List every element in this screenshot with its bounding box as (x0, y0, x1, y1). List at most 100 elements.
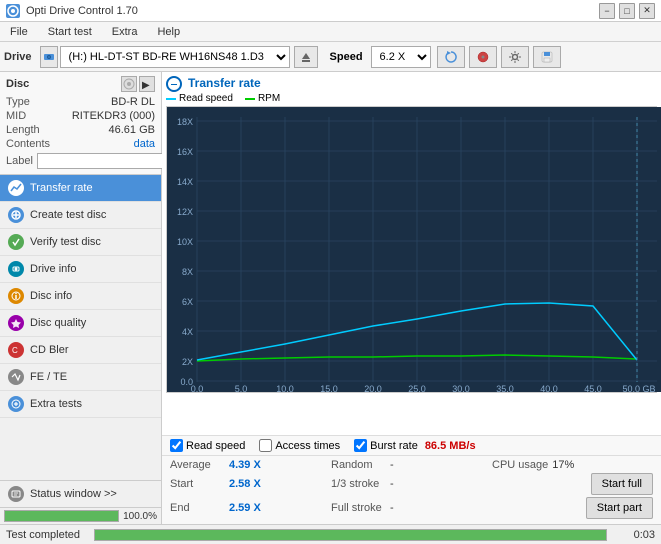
length-val: 46.61 GB (109, 124, 155, 136)
nav-cd-bler[interactable]: C CD Bler (0, 337, 161, 364)
status-window-icon (8, 486, 24, 502)
drive-icon (40, 46, 58, 68)
disc-quality-icon (8, 315, 24, 331)
svg-text:35.0: 35.0 (496, 384, 514, 392)
menu-bar: File Start test Extra Help (0, 22, 661, 42)
mid-val: RITEKDR3 (000) (72, 110, 155, 122)
average-label: Average (170, 459, 225, 471)
fe-te-icon (8, 369, 24, 385)
nav-disc-info[interactable]: Disc info (0, 283, 161, 310)
verify-test-disc-icon (8, 234, 24, 250)
menu-file[interactable]: File (4, 25, 34, 39)
bottom-progress-bar (94, 529, 607, 541)
svg-text:15.0: 15.0 (320, 384, 338, 392)
burst-rate-value: 86.5 MB/s (425, 440, 476, 452)
drive-info-icon (8, 261, 24, 277)
disc-button[interactable] (469, 46, 497, 68)
full-stroke-val: - (390, 502, 394, 514)
drive-label: Drive (4, 51, 32, 63)
title-bar: Opti Drive Control 1.70 − □ ✕ (0, 0, 661, 22)
settings-button[interactable] (501, 46, 529, 68)
svg-text:50.0 GB: 50.0 GB (622, 384, 655, 392)
nav-verify-test-disc[interactable]: Verify test disc (0, 229, 161, 256)
svg-text:C: C (12, 346, 18, 355)
rpm-legend-dot (245, 98, 255, 100)
nav-verify-test-disc-label: Verify test disc (30, 236, 101, 248)
nav-disc-info-label: Disc info (30, 290, 72, 302)
speed-select[interactable]: 6.2 X (371, 46, 431, 68)
nav-drive-info-label: Drive info (30, 263, 76, 275)
close-button[interactable]: ✕ (639, 3, 655, 19)
type-key: Type (6, 96, 30, 108)
sidebar-progress-fill (5, 511, 118, 521)
svg-text:25.0: 25.0 (408, 384, 426, 392)
svg-text:16X: 16X (177, 147, 193, 157)
sidebar-progress-area: 100.0% (0, 507, 161, 524)
start-val: 2.58 X (229, 478, 274, 490)
save-button[interactable] (533, 46, 561, 68)
burst-rate-checkbox[interactable] (354, 439, 367, 452)
svg-text:18X: 18X (177, 117, 193, 127)
start-full-button[interactable]: Start full (591, 473, 653, 495)
maximize-button[interactable]: □ (619, 3, 635, 19)
label-input[interactable] (37, 153, 171, 169)
svg-text:2X: 2X (182, 357, 193, 367)
cpu-usage-label: CPU usage (492, 459, 548, 471)
read-speed-checkbox[interactable] (170, 439, 183, 452)
menu-start-test[interactable]: Start test (42, 25, 98, 39)
bottom-time: 0:03 (615, 529, 655, 541)
nav-transfer-rate[interactable]: Transfer rate (0, 175, 161, 202)
chart-container: Transfer rate Read speed RPM (162, 72, 661, 435)
svg-text:30.0: 30.0 (452, 384, 470, 392)
svg-text:▶: ▶ (142, 80, 150, 91)
read-speed-legend-label: Read speed (179, 93, 233, 104)
nav-drive-info[interactable]: Drive info (0, 256, 161, 283)
eject-button[interactable] (294, 46, 318, 68)
read-speed-legend-dot (166, 98, 176, 100)
transfer-rate-icon (8, 180, 24, 196)
refresh-button[interactable] (437, 46, 465, 68)
contents-val: data (134, 138, 155, 150)
disc-info-icon (8, 288, 24, 304)
nav-create-test-disc-label: Create test disc (30, 209, 106, 221)
nav-fe-te[interactable]: FE / TE (0, 364, 161, 391)
nav-disc-quality[interactable]: Disc quality (0, 310, 161, 337)
disc-icon-btn2[interactable]: ▶ (139, 76, 155, 92)
status-text: Test completed (6, 529, 86, 541)
svg-text:6X: 6X (182, 297, 193, 307)
nav-create-test-disc[interactable]: Create test disc (0, 202, 161, 229)
access-times-checkbox[interactable] (259, 439, 272, 452)
nav-disc-quality-label: Disc quality (30, 317, 86, 329)
nav-list: Transfer rate Create test disc Verify te… (0, 175, 161, 418)
stroke13-label: 1/3 stroke (331, 478, 386, 490)
menu-help[interactable]: Help (151, 25, 186, 39)
menu-extra[interactable]: Extra (106, 25, 144, 39)
svg-text:4X: 4X (182, 327, 193, 337)
type-val: BD-R DL (111, 96, 155, 108)
chart-icon (166, 76, 182, 92)
read-speed-checkbox-label: Read speed (186, 440, 245, 452)
svg-text:8X: 8X (182, 267, 193, 277)
sidebar: Disc ▶ Type BD-R DL MID RITEKDR3 (000) (0, 72, 162, 524)
minimize-button[interactable]: − (599, 3, 615, 19)
start-part-button[interactable]: Start part (586, 497, 653, 519)
svg-text:0.0: 0.0 (191, 384, 204, 392)
disc-icon-btn1[interactable] (121, 76, 137, 92)
svg-text:45.0: 45.0 (584, 384, 602, 392)
chart-title: Transfer rate (188, 76, 261, 90)
bottom-bar: Test completed 0:03 (0, 524, 661, 544)
disc-panel: Disc ▶ Type BD-R DL MID RITEKDR3 (000) (0, 72, 161, 175)
nav-fe-te-label: FE / TE (30, 371, 67, 383)
drive-select[interactable]: (H:) HL-DT-ST BD-RE WH16NS48 1.D3 (60, 46, 290, 68)
status-window-item[interactable]: Status window >> (0, 481, 161, 507)
svg-text:10.0: 10.0 (276, 384, 294, 392)
random-label: Random (331, 459, 386, 471)
nav-extra-tests[interactable]: Extra tests (0, 391, 161, 418)
svg-text:40.0: 40.0 (540, 384, 558, 392)
end-label: End (170, 502, 225, 514)
svg-text:5.0: 5.0 (235, 384, 248, 392)
content-area: Transfer rate Read speed RPM (162, 72, 661, 524)
drive-toolbar: Drive (H:) HL-DT-ST BD-RE WH16NS48 1.D3 … (0, 42, 661, 72)
burst-rate-checkbox-label: Burst rate (370, 440, 418, 452)
stroke13-val: - (390, 478, 394, 490)
